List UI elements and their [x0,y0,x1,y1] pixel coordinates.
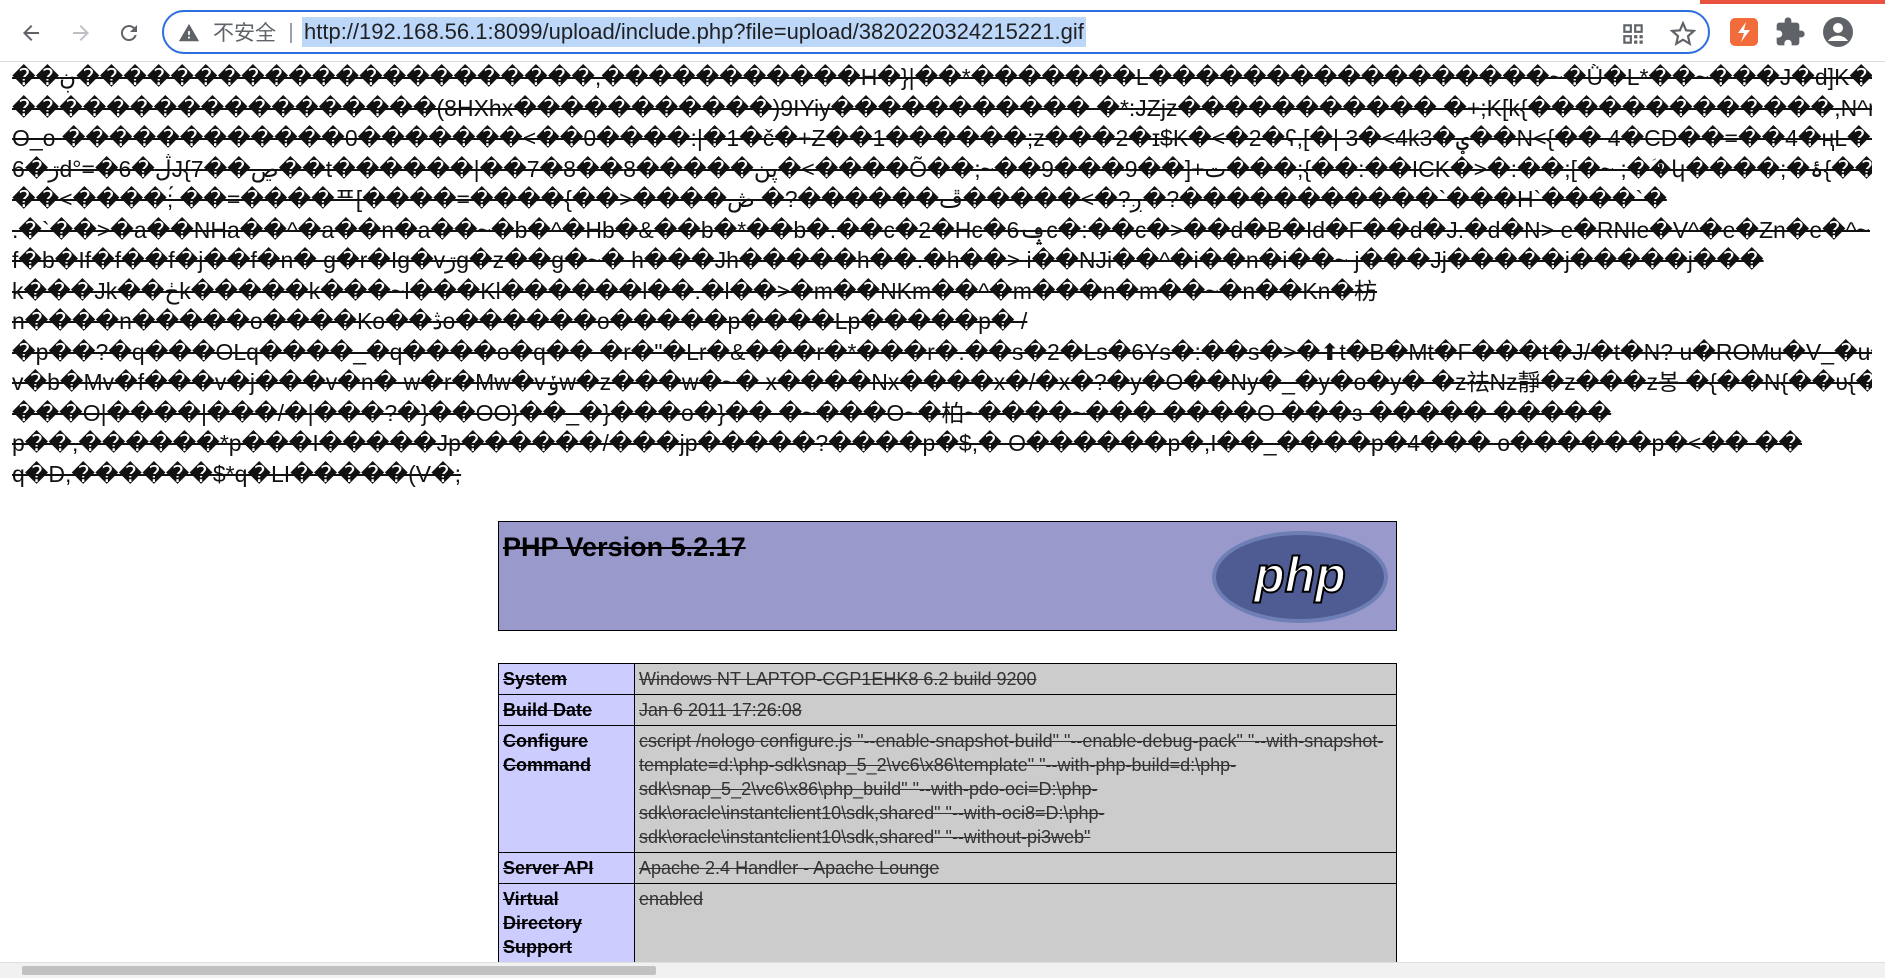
url-text[interactable]: http://192.168.56.1:8099/upload/include.… [302,17,1086,47]
browser-toolbar: 不安全 http://192.168.56.1:8099/upload/incl… [0,0,1885,62]
omnibox-separator [290,23,292,43]
garbage-line: .�`��>�a��NHa��^�a��n�a��~�b�^�Hb�&��b�*… [12,216,1870,243]
row-value: Windows NT LAPTOP-CGP1EHK8 6.2 build 920… [634,663,1397,695]
row-key: Server API [498,852,635,884]
garbage-line: q�D,������$*q�LI�����(V�; [12,460,462,487]
reload-icon [120,25,137,42]
horizontal-scrollbar[interactable] [0,962,1885,978]
reload-button[interactable] [112,16,146,50]
row-key: Configure Command [498,725,635,853]
table-row: Build Date Jan 6 2011 17:26:08 [498,694,1397,726]
row-key: System [498,663,635,695]
garbage-line: p��,������*p���I�����Jp������/���jp�����… [12,430,1803,456]
row-key: Build Date [498,694,635,726]
table-row: Virtual Directory Support enabled [498,883,1397,962]
row-value: cscript /nologo configure.js "--enable-s… [634,725,1397,853]
row-key: Virtual Directory Support [498,883,635,962]
garbage-line: ��<����;́ ��=����ᄑ[����=����{��>����ږ?�>… [12,186,1667,212]
back-button[interactable] [14,16,48,50]
garbage-line: �p��?�q���OLq����_�q����o�q�� �r�"�Lr�&�… [12,338,1872,365]
window-accent-strip [1700,0,1885,4]
garbage-line: O_o ������������0�������<��0����:|�1�č�+… [12,125,1872,151]
back-icon [23,25,39,41]
forward-icon [73,25,89,41]
table-row: System Windows NT LAPTOP-CGP1EHK8 6.2 bui… [498,663,1397,695]
garbage-line: v�b�Mv�f���v�j���v�n� w�r�Mw�vݸw�z���w�~… [12,369,1872,395]
address-bar[interactable]: 不安全 http://192.168.56.1:8099/upload/incl… [162,10,1710,54]
puzzle-icon[interactable] [1774,16,1806,48]
binary-garbage-text: ��ڹ����������������������,�����������H�}… [12,62,1872,489]
page-content: ��ڹ����������������������,�����������H�}… [0,62,1885,962]
star-icon[interactable] [1670,21,1696,47]
garbage-line: n����n�����o����Ko��ڎo������o�����p����L… [12,308,1028,334]
not-secure-label[interactable]: 不安全 [213,20,276,46]
warning-icon [178,23,200,42]
php-logo[interactable]: php [1210,528,1390,626]
extension-orange-icon[interactable] [1728,16,1760,48]
garbage-line: 6�ڗd°=�6�ڷJ{ڝ��7��t������|��7�ڽڽ�����8��… [12,155,1872,182]
row-value: Jan 6 2011 17:26:08 [634,694,1397,726]
row-value: enabled [634,883,1397,962]
php-logo-text: php [1252,547,1346,603]
qr-code-icon[interactable] [1620,21,1646,47]
php-version-title: PHP Version 5.2.17 [503,532,746,562]
row-value: Apache 2.4 Handler - Apache Lounge [634,852,1397,884]
garbage-line: ������������������(8HXhx�����������)9IYi… [12,94,1872,121]
forward-button[interactable] [64,16,98,50]
profile-icon[interactable] [1822,16,1854,48]
table-row: Configure Command cscript /nologo configu… [498,725,1397,853]
table-row: Server API Apache 2.4 Handler - Apache Lo… [498,852,1397,884]
garbage-line: ��ڹ����������������������,�����������H�}… [12,64,1872,90]
garbage-line: k���Jk��ڂk�����k���~l���Kl������l��.�l��… [12,277,1378,304]
scrollbar-thumb[interactable] [22,966,656,975]
garbage-line: f�b�If�f��f�j��f�n� g�r�Ig�vڗg�z��g�~� h… [12,247,1764,273]
garbage-line: ���O|����|���/�|���?�}��OO}��_�}���o�}��… [12,399,1612,426]
phpinfo-header: PHP Version 5.2.17 php [498,521,1397,631]
phpinfo-table: System Windows NT LAPTOP-CGP1EHK8 6.2 bui… [498,663,1397,962]
